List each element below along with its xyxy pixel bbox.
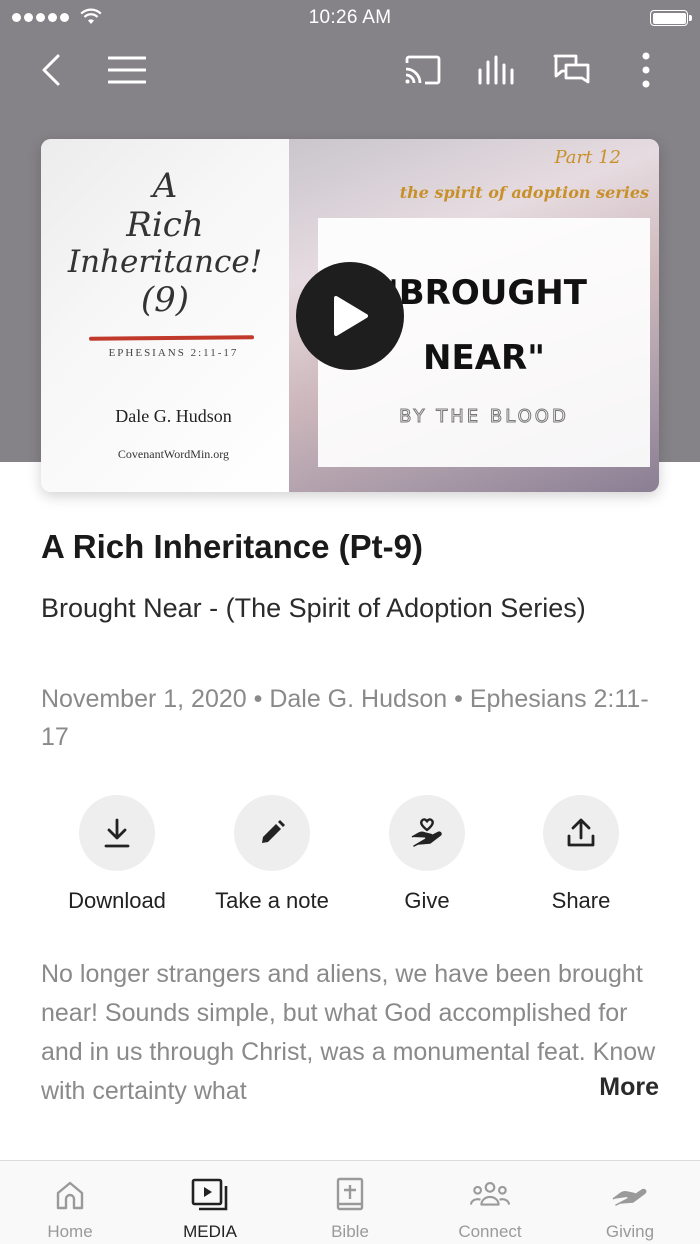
part-label: Part 12 — [554, 147, 622, 168]
hamburger-menu-icon — [108, 56, 146, 84]
back-button[interactable] — [27, 46, 75, 94]
book-title-line-3: Inheritance! — [67, 244, 263, 281]
tab-media-label: MEDIA — [183, 1222, 237, 1241]
sermon-title: A Rich Inheritance (Pt-9) — [41, 528, 423, 565]
play-icon — [334, 296, 368, 336]
status-bar: 10:26 AM — [0, 0, 700, 38]
tab-media[interactable]: MEDIA — [140, 1161, 280, 1244]
bible-icon — [336, 1177, 364, 1211]
home-icon — [56, 1181, 84, 1210]
tab-giving-label: Giving — [605, 1222, 655, 1241]
share-icon — [567, 818, 595, 847]
tab-connect[interactable]: Connect — [420, 1161, 560, 1244]
take-note-button[interactable]: Take a note — [197, 795, 347, 914]
tab-home-label: Home — [47, 1222, 93, 1241]
book-title-line-1: A — [152, 166, 178, 206]
giving-hand-icon — [411, 818, 442, 847]
cast-button[interactable] — [399, 46, 447, 94]
quote-subline: BY THE BLOOD — [399, 406, 569, 428]
tab-bible-label: Bible — [331, 1222, 369, 1241]
vertical-dots-icon — [642, 52, 650, 88]
giving-icon — [612, 1188, 647, 1206]
media-thumbnail[interactable]: A Rich Inheritance! (9) EPHESIANS 2:11-1… — [41, 139, 659, 492]
equalizer-icon — [478, 55, 514, 85]
book-cover: A Rich Inheritance! (9) EPHESIANS 2:11-1… — [41, 139, 289, 492]
give-button[interactable]: Give — [352, 795, 502, 914]
menu-button[interactable] — [103, 46, 151, 94]
play-button[interactable] — [296, 262, 404, 370]
battery-icon — [650, 10, 692, 26]
download-label: Download — [68, 888, 166, 913]
series-label: the spirit of adoption series — [399, 183, 649, 202]
chat-button[interactable] — [548, 46, 596, 94]
pencil-icon — [262, 820, 285, 843]
description-fade — [500, 1072, 600, 1111]
download-icon — [104, 818, 130, 848]
more-link[interactable]: More — [599, 1073, 659, 1102]
more-options-button[interactable] — [622, 46, 670, 94]
bottom-tab-bar: Home MEDIA Bible Connect Giving — [0, 1160, 700, 1244]
tab-giving[interactable]: Giving — [560, 1161, 700, 1244]
red-brush-stroke — [88, 335, 255, 341]
book-reference: EPHESIANS 2:11-17 — [108, 347, 239, 359]
share-button[interactable]: Share — [506, 795, 656, 914]
book-title-line-2: Rich — [126, 204, 204, 245]
sermon-subtitle: Brought Near - (The Spirit of Adoption S… — [41, 593, 586, 623]
tab-bible[interactable]: Bible — [280, 1161, 420, 1244]
status-time: 10:26 AM — [308, 7, 392, 28]
cast-icon — [405, 55, 441, 85]
take-note-label: Take a note — [215, 888, 329, 913]
sermon-meta: November 1, 2020 • Dale G. Hudson • Ephe… — [41, 685, 649, 751]
chevron-left-icon — [42, 54, 60, 86]
give-label: Give — [404, 888, 450, 913]
book-title-line-4: (9) — [140, 279, 190, 320]
book-author: Dale G. Hudson — [115, 406, 232, 426]
tab-home[interactable]: Home — [0, 1161, 140, 1244]
download-button[interactable]: Download — [42, 795, 192, 914]
tab-connect-label: Connect — [458, 1222, 522, 1241]
share-label: Share — [551, 888, 611, 913]
audio-levels-button[interactable] — [473, 46, 521, 94]
book-website: CovenantWordMin.org — [117, 447, 230, 461]
media-icon — [191, 1178, 228, 1211]
chat-bubbles-icon — [553, 54, 590, 84]
people-icon — [470, 1182, 510, 1206]
